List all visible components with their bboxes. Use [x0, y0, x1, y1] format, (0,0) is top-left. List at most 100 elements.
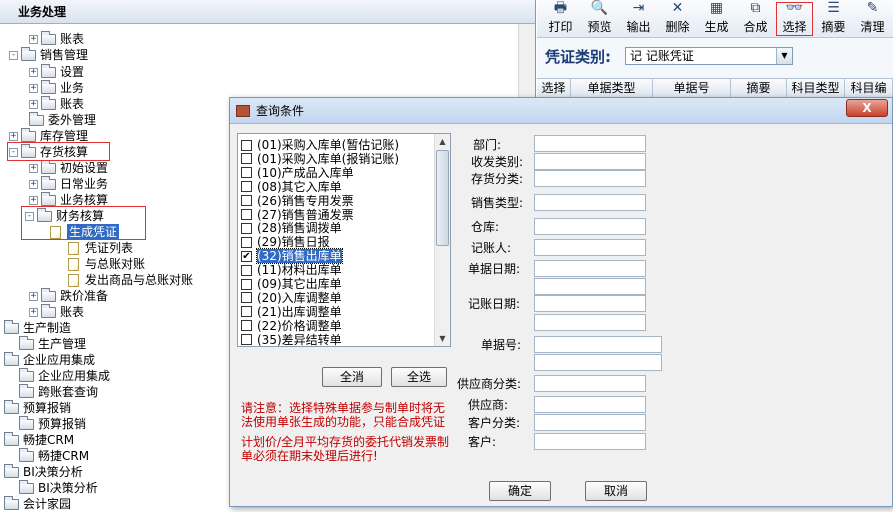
scroll-thumb[interactable]	[436, 150, 449, 246]
checkbox[interactable]	[241, 278, 252, 290]
tree-item[interactable]: + 业务核算	[29, 191, 108, 208]
tree-item[interactable]: - 财务核算	[25, 207, 104, 224]
customer-input[interactable]	[534, 433, 646, 450]
document-type-item[interactable]: (21)出库调整单	[241, 305, 342, 319]
expand-icon[interactable]: +	[29, 291, 38, 301]
tree-item[interactable]: - 存货核算	[9, 143, 88, 160]
checkbox[interactable]	[241, 209, 252, 220]
dept-input[interactable]	[534, 135, 646, 152]
tree-item[interactable]: 会计家园	[4, 495, 71, 512]
supplier-input[interactable]	[534, 396, 646, 413]
close-button[interactable]: X	[846, 99, 888, 117]
tree-item[interactable]: + 账表	[29, 30, 84, 47]
document-type-item[interactable]: (29)销售日报	[241, 235, 330, 249]
tree-item[interactable]: 企业应用集成	[19, 367, 110, 384]
checkbox[interactable]	[241, 195, 252, 207]
doc-date-to-input[interactable]	[534, 278, 646, 295]
document-type-item[interactable]: (01)采购入库单(暂估记账)	[241, 138, 399, 152]
tree-item[interactable]: 畅捷CRM	[4, 431, 74, 448]
document-type-item[interactable]: (10)产成品入库单	[241, 166, 354, 180]
checkbox[interactable]	[241, 320, 252, 332]
checkbox[interactable]	[241, 167, 252, 179]
list-scrollbar[interactable]: ▲ ▼	[434, 134, 450, 346]
clear-all-button[interactable]: 全消	[322, 367, 382, 387]
tree-item[interactable]: + 跌价准备	[29, 287, 108, 304]
document-type-item[interactable]: (28)销售调拨单	[241, 221, 342, 235]
tree-item[interactable]: 畅捷CRM	[19, 447, 89, 464]
doc-date-from-input[interactable]	[534, 260, 646, 277]
grid-column-header[interactable]: 选择	[537, 79, 571, 98]
checkbox[interactable]	[241, 153, 252, 165]
tree-item[interactable]: 企业应用集成	[4, 351, 95, 368]
document-type-item[interactable]: (26)销售专用发票	[241, 194, 354, 208]
tree-item[interactable]: 凭证列表	[68, 240, 133, 256]
chevron-down-icon[interactable]: ▼	[776, 48, 792, 64]
document-type-item[interactable]: (11)材料出库单	[241, 263, 342, 277]
inventory-class-input[interactable]	[534, 170, 646, 187]
expand-icon[interactable]: +	[29, 179, 38, 189]
doc-no-from-input[interactable]	[534, 336, 662, 353]
scroll-up-icon[interactable]: ▲	[435, 134, 450, 149]
document-type-item[interactable]: (08)其它入库单	[241, 180, 342, 194]
toolbar-button[interactable]: 👓 选择	[775, 0, 814, 37]
document-type-item[interactable]: (22)价格调整单	[241, 319, 342, 333]
tree-item[interactable]: 跨账套查询	[19, 383, 98, 400]
checkbox[interactable]	[241, 292, 252, 304]
ok-button[interactable]: 确定	[489, 481, 551, 501]
tree-item[interactable]: 生成凭证	[50, 224, 120, 240]
document-type-item[interactable]: (09)其它出库单	[241, 277, 342, 291]
collapse-icon[interactable]: -	[9, 50, 18, 60]
tree-item[interactable]: + 初始设置	[29, 159, 108, 176]
document-type-item[interactable]: (35)差异结转单	[241, 333, 342, 347]
checkbox[interactable]	[241, 222, 252, 234]
expand-icon[interactable]: +	[9, 131, 18, 141]
recv-send-type-input[interactable]	[534, 153, 646, 170]
tree-item[interactable]: 委外管理	[29, 111, 96, 128]
voucher-category-select[interactable]: 记 记账凭证 ▼	[625, 47, 793, 65]
toolbar-button[interactable]: ⇥ 输出	[619, 0, 658, 37]
tree-item[interactable]: - 销售管理	[9, 46, 88, 63]
toolbar-button[interactable]: ▦ 生成	[697, 0, 736, 37]
checkbox[interactable]	[241, 264, 252, 276]
collapse-icon[interactable]: -	[9, 147, 18, 157]
document-type-item[interactable]: (20)入库调整单	[241, 291, 342, 305]
expand-icon[interactable]: +	[29, 195, 38, 205]
checkbox[interactable]: ✔	[241, 250, 252, 262]
checkbox[interactable]	[241, 306, 252, 318]
grid-column-header[interactable]: 摘要	[731, 79, 787, 98]
expand-icon[interactable]: +	[29, 83, 38, 93]
tree-item[interactable]: BI决策分析	[19, 479, 98, 496]
warehouse-input[interactable]	[534, 218, 646, 235]
collapse-icon[interactable]: -	[25, 211, 34, 221]
tree-item[interactable]: + 库存管理	[9, 127, 88, 144]
toolbar-button[interactable]: ☰ 摘要	[814, 0, 853, 37]
post-date-from-input[interactable]	[534, 295, 646, 312]
grid-column-header[interactable]: 单据号	[653, 79, 731, 98]
bookkeeper-input[interactable]	[534, 239, 646, 256]
tree-item[interactable]: + 账表	[29, 303, 84, 320]
toolbar-button[interactable]: 🔍 预览	[580, 0, 619, 37]
toolbar-button[interactable]: ⧉ 合成	[736, 0, 775, 37]
scroll-down-icon[interactable]: ▼	[435, 331, 450, 346]
document-type-item[interactable]: (01)采购入库单(报销记账)	[241, 152, 399, 166]
expand-icon[interactable]: +	[29, 163, 38, 173]
select-all-button[interactable]: 全选	[391, 367, 447, 387]
expand-icon[interactable]: +	[29, 99, 38, 109]
sale-type-input[interactable]	[534, 194, 646, 211]
checkbox[interactable]	[241, 181, 252, 193]
checkbox[interactable]	[241, 236, 252, 248]
customer-class-input[interactable]	[534, 414, 646, 431]
tree-item[interactable]: 生产制造	[4, 319, 71, 336]
expand-icon[interactable]: +	[29, 34, 38, 44]
grid-column-header[interactable]: 科目编	[845, 79, 893, 98]
tree-item[interactable]: + 日常业务	[29, 175, 108, 192]
document-type-item[interactable]: (27)销售普通发票	[241, 208, 354, 222]
document-type-item[interactable]: ✔ (32)销售出库单	[241, 248, 343, 265]
toolbar-button[interactable]: 🖶 打印	[541, 0, 580, 37]
tree-item[interactable]: + 设置	[29, 63, 84, 80]
tree-item[interactable]: 发出商品与总账对账	[68, 272, 193, 288]
tree-item[interactable]: 与总账对账	[68, 256, 145, 272]
doc-no-to-input[interactable]	[534, 354, 662, 371]
cancel-button[interactable]: 取消	[585, 481, 647, 501]
tree-item[interactable]: 生产管理	[19, 335, 86, 352]
